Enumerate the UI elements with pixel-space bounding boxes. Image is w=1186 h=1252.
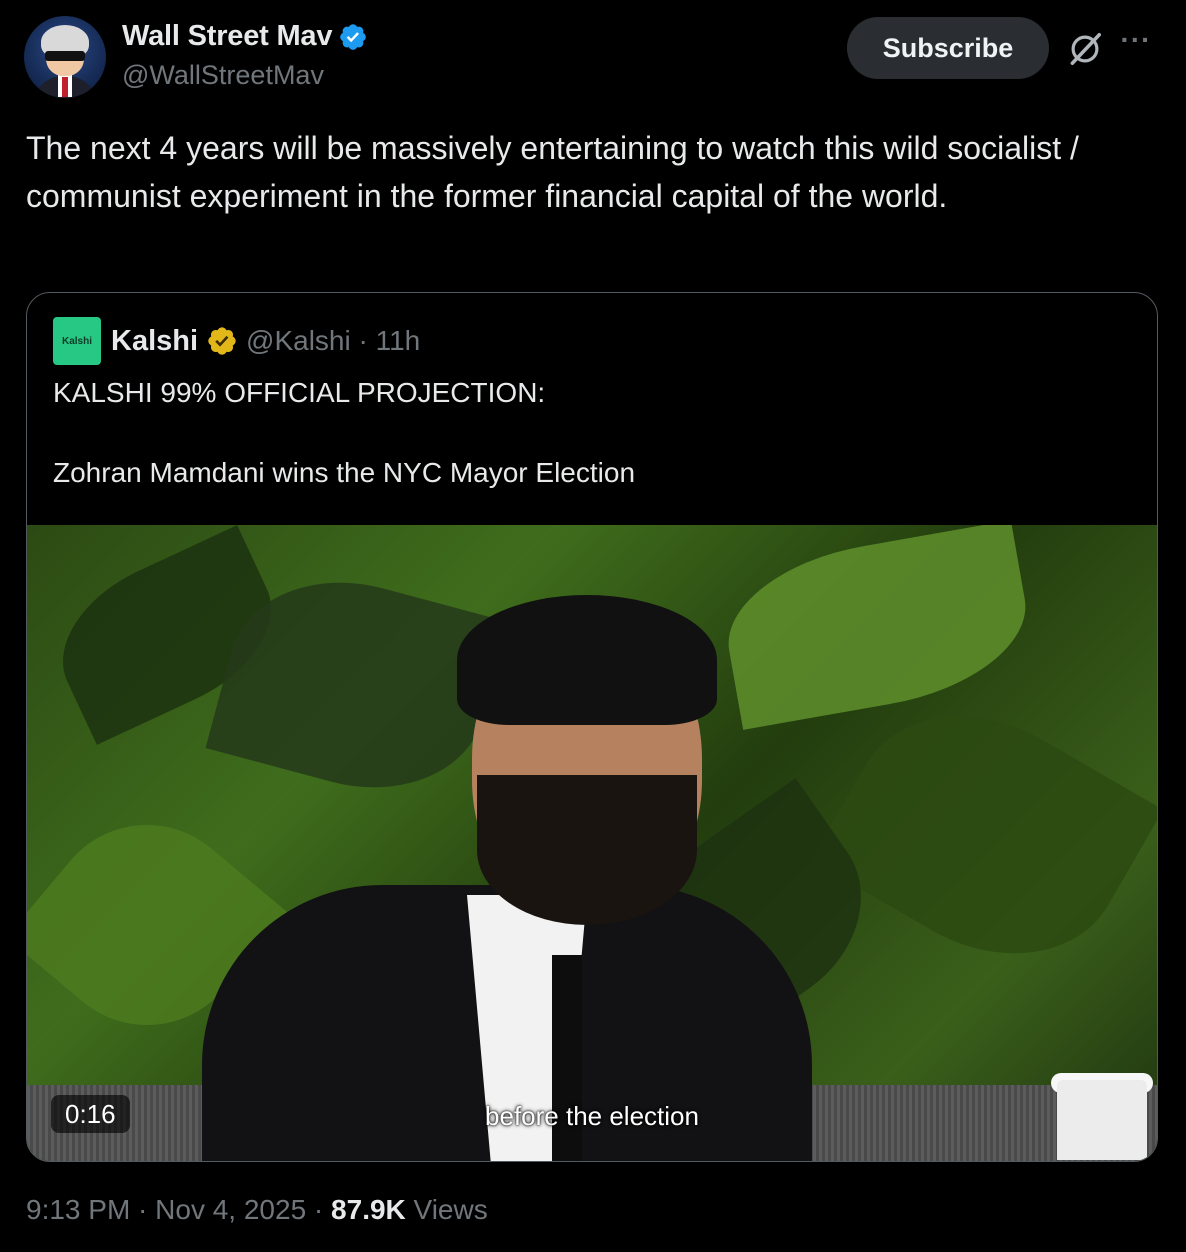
video-player[interactable]: 0:16 before the election bbox=[27, 525, 1157, 1161]
views-label: Views bbox=[405, 1194, 488, 1225]
verified-badge-icon bbox=[340, 23, 367, 50]
tweet-header: Wall Street Mav @WallStreetMav Subscribe… bbox=[24, 14, 1162, 98]
subscribe-button[interactable]: Subscribe bbox=[847, 17, 1049, 79]
video-caption: before the election bbox=[485, 1101, 699, 1131]
author-handle[interactable]: @WallStreetMav bbox=[122, 60, 324, 91]
tweet-text: The next 4 years will be massively enter… bbox=[26, 130, 1079, 214]
author-name-row[interactable]: Wall Street Mav bbox=[122, 20, 368, 53]
quoted-line-2: Zohran Mamdani wins the NYC Mayor Electi… bbox=[53, 457, 636, 488]
quoted-handle-time[interactable]: @Kalshi · 11h bbox=[246, 325, 420, 357]
quoted-text: KALSHI 99% OFFICIAL PROJECTION: Zohran M… bbox=[53, 373, 1133, 493]
quoted-header: Kalshi Kalshi @Kalshi · 11h bbox=[53, 317, 420, 365]
gold-verified-badge-icon bbox=[208, 327, 236, 355]
timestamp[interactable]: 9:13 PM · Nov 4, 2025 · bbox=[26, 1194, 331, 1225]
kalshi-logo[interactable]: Kalshi bbox=[53, 317, 101, 365]
author-name[interactable]: Wall Street Mav bbox=[122, 20, 332, 53]
avatar[interactable] bbox=[24, 16, 106, 98]
tweet-meta: 9:13 PM · Nov 4, 2025 · 87.9K Views bbox=[26, 1194, 488, 1226]
grok-icon[interactable] bbox=[1066, 30, 1104, 68]
quoted-tweet[interactable]: Kalshi Kalshi @Kalshi · 11h KALSHI 99% O… bbox=[26, 292, 1158, 1162]
views-count: 87.9K bbox=[331, 1194, 406, 1225]
quoted-author-name[interactable]: Kalshi bbox=[111, 325, 198, 358]
quoted-line-1: KALSHI 99% OFFICIAL PROJECTION: bbox=[53, 377, 546, 408]
more-icon[interactable]: ··· bbox=[1114, 26, 1158, 58]
